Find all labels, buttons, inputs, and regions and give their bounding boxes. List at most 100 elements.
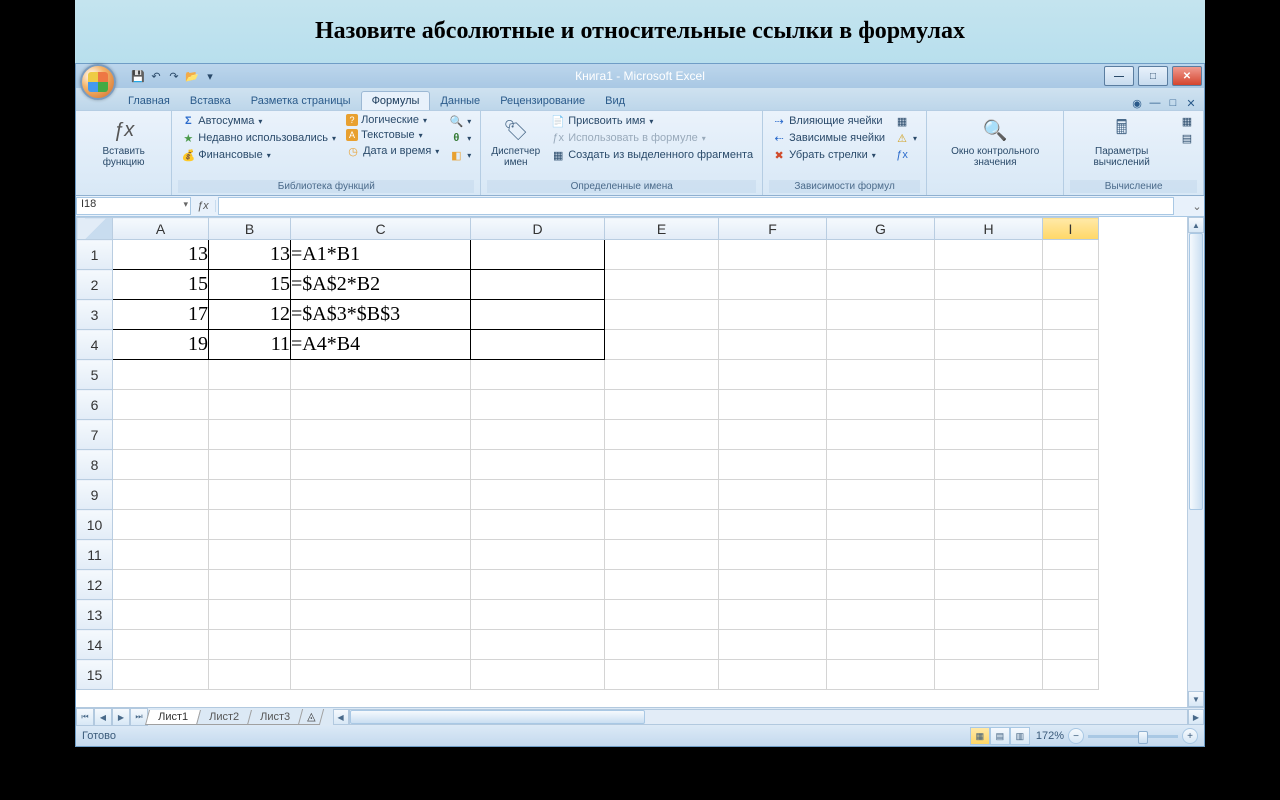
- cell-I10[interactable]: [1043, 510, 1099, 540]
- cell-I4[interactable]: [1043, 330, 1099, 360]
- name-manager-button[interactable]: 🏷 Диспетчер имен: [487, 113, 544, 170]
- cell-C12[interactable]: [291, 570, 471, 600]
- cell-A2[interactable]: 15: [113, 270, 209, 300]
- cell-A15[interactable]: [113, 660, 209, 690]
- cell-D14[interactable]: [471, 630, 605, 660]
- cell-A8[interactable]: [113, 450, 209, 480]
- col-header-B[interactable]: B: [209, 218, 291, 240]
- tab-home[interactable]: Главная: [118, 92, 180, 110]
- col-header-H[interactable]: H: [935, 218, 1043, 240]
- cell-D9[interactable]: [471, 480, 605, 510]
- cell-A1[interactable]: 13: [113, 240, 209, 270]
- minimize-button[interactable]: —: [1104, 66, 1134, 86]
- scroll-down-icon[interactable]: ▼: [1188, 691, 1204, 707]
- tab-review[interactable]: Рецензирование: [490, 92, 595, 110]
- tab-view[interactable]: Вид: [595, 92, 635, 110]
- cell-G14[interactable]: [827, 630, 935, 660]
- cell-C9[interactable]: [291, 480, 471, 510]
- cell-I12[interactable]: [1043, 570, 1099, 600]
- scroll-up-icon[interactable]: ▲: [1188, 217, 1204, 233]
- cell-B12[interactable]: [209, 570, 291, 600]
- cell-G8[interactable]: [827, 450, 935, 480]
- row-header-13[interactable]: 13: [77, 600, 113, 630]
- cell-A10[interactable]: [113, 510, 209, 540]
- cell-C3[interactable]: =$A$3*$B$3: [291, 300, 471, 330]
- cell-A14[interactable]: [113, 630, 209, 660]
- cell-F7[interactable]: [719, 420, 827, 450]
- select-all-corner[interactable]: [77, 218, 113, 240]
- watch-window-button[interactable]: 🔍 Окно контрольного значения: [933, 113, 1057, 170]
- create-from-selection-button[interactable]: ▦Создать из выделенного фрагмента: [548, 147, 756, 163]
- cell-C6[interactable]: [291, 390, 471, 420]
- row-header-4[interactable]: 4: [77, 330, 113, 360]
- cell-H1[interactable]: [935, 240, 1043, 270]
- cell-C8[interactable]: [291, 450, 471, 480]
- cell-A6[interactable]: [113, 390, 209, 420]
- cell-G15[interactable]: [827, 660, 935, 690]
- row-header-2[interactable]: 2: [77, 270, 113, 300]
- cell-D6[interactable]: [471, 390, 605, 420]
- cell-F6[interactable]: [719, 390, 827, 420]
- cell-G6[interactable]: [827, 390, 935, 420]
- row-header-1[interactable]: 1: [77, 240, 113, 270]
- cell-I15[interactable]: [1043, 660, 1099, 690]
- cell-H8[interactable]: [935, 450, 1043, 480]
- cell-A11[interactable]: [113, 540, 209, 570]
- cell-A9[interactable]: [113, 480, 209, 510]
- cell-H6[interactable]: [935, 390, 1043, 420]
- horizontal-scrollbar[interactable]: ◀ ▶: [333, 709, 1204, 725]
- tab-data[interactable]: Данные: [430, 92, 490, 110]
- cell-G11[interactable]: [827, 540, 935, 570]
- cell-H14[interactable]: [935, 630, 1043, 660]
- cell-H2[interactable]: [935, 270, 1043, 300]
- cell-D11[interactable]: [471, 540, 605, 570]
- cell-E4[interactable]: [605, 330, 719, 360]
- cell-E7[interactable]: [605, 420, 719, 450]
- fx-button[interactable]: ƒx: [191, 200, 216, 212]
- cell-F8[interactable]: [719, 450, 827, 480]
- row-header-12[interactable]: 12: [77, 570, 113, 600]
- save-icon[interactable]: 💾: [130, 68, 146, 84]
- cell-G1[interactable]: [827, 240, 935, 270]
- cell-A4[interactable]: 19: [113, 330, 209, 360]
- col-header-G[interactable]: G: [827, 218, 935, 240]
- evaluate-formula-button[interactable]: ƒx: [892, 147, 920, 163]
- ribbon-minimize-icon[interactable]: —: [1148, 96, 1162, 110]
- cell-E3[interactable]: [605, 300, 719, 330]
- use-in-formula-button[interactable]: ƒxИспользовать в формуле▾: [548, 130, 756, 146]
- date-button[interactable]: ◷Дата и время▾: [343, 143, 442, 159]
- cell-I5[interactable]: [1043, 360, 1099, 390]
- cell-H10[interactable]: [935, 510, 1043, 540]
- cell-D3[interactable]: [471, 300, 605, 330]
- tab-insert[interactable]: Вставка: [180, 92, 241, 110]
- cell-G12[interactable]: [827, 570, 935, 600]
- cell-F5[interactable]: [719, 360, 827, 390]
- trace-dependents-button[interactable]: ⇠Зависимые ячейки: [769, 130, 888, 146]
- maximize-button[interactable]: □: [1138, 66, 1168, 86]
- cell-B6[interactable]: [209, 390, 291, 420]
- cell-I13[interactable]: [1043, 600, 1099, 630]
- cell-A12[interactable]: [113, 570, 209, 600]
- row-header-10[interactable]: 10: [77, 510, 113, 540]
- cell-I3[interactable]: [1043, 300, 1099, 330]
- zoom-out-button[interactable]: −: [1068, 728, 1084, 744]
- cell-B5[interactable]: [209, 360, 291, 390]
- remove-arrows-button[interactable]: ✖Убрать стрелки▾: [769, 147, 888, 163]
- cell-D5[interactable]: [471, 360, 605, 390]
- row-header-5[interactable]: 5: [77, 360, 113, 390]
- open-icon[interactable]: 📂: [184, 68, 200, 84]
- cell-F9[interactable]: [719, 480, 827, 510]
- cell-G9[interactable]: [827, 480, 935, 510]
- show-formulas-button[interactable]: ▦: [892, 113, 920, 129]
- cell-G7[interactable]: [827, 420, 935, 450]
- view-normal-icon[interactable]: ▦: [970, 727, 990, 745]
- cell-G2[interactable]: [827, 270, 935, 300]
- row-header-15[interactable]: 15: [77, 660, 113, 690]
- cell-F11[interactable]: [719, 540, 827, 570]
- hscroll-thumb[interactable]: [350, 710, 645, 724]
- sheet-nav-next-icon[interactable]: ▶: [112, 708, 130, 726]
- cell-B1[interactable]: 13: [209, 240, 291, 270]
- cell-H12[interactable]: [935, 570, 1043, 600]
- logical-button[interactable]: ?Логические▾: [343, 113, 442, 127]
- recent-button[interactable]: ★Недавно использовались▾: [178, 130, 339, 146]
